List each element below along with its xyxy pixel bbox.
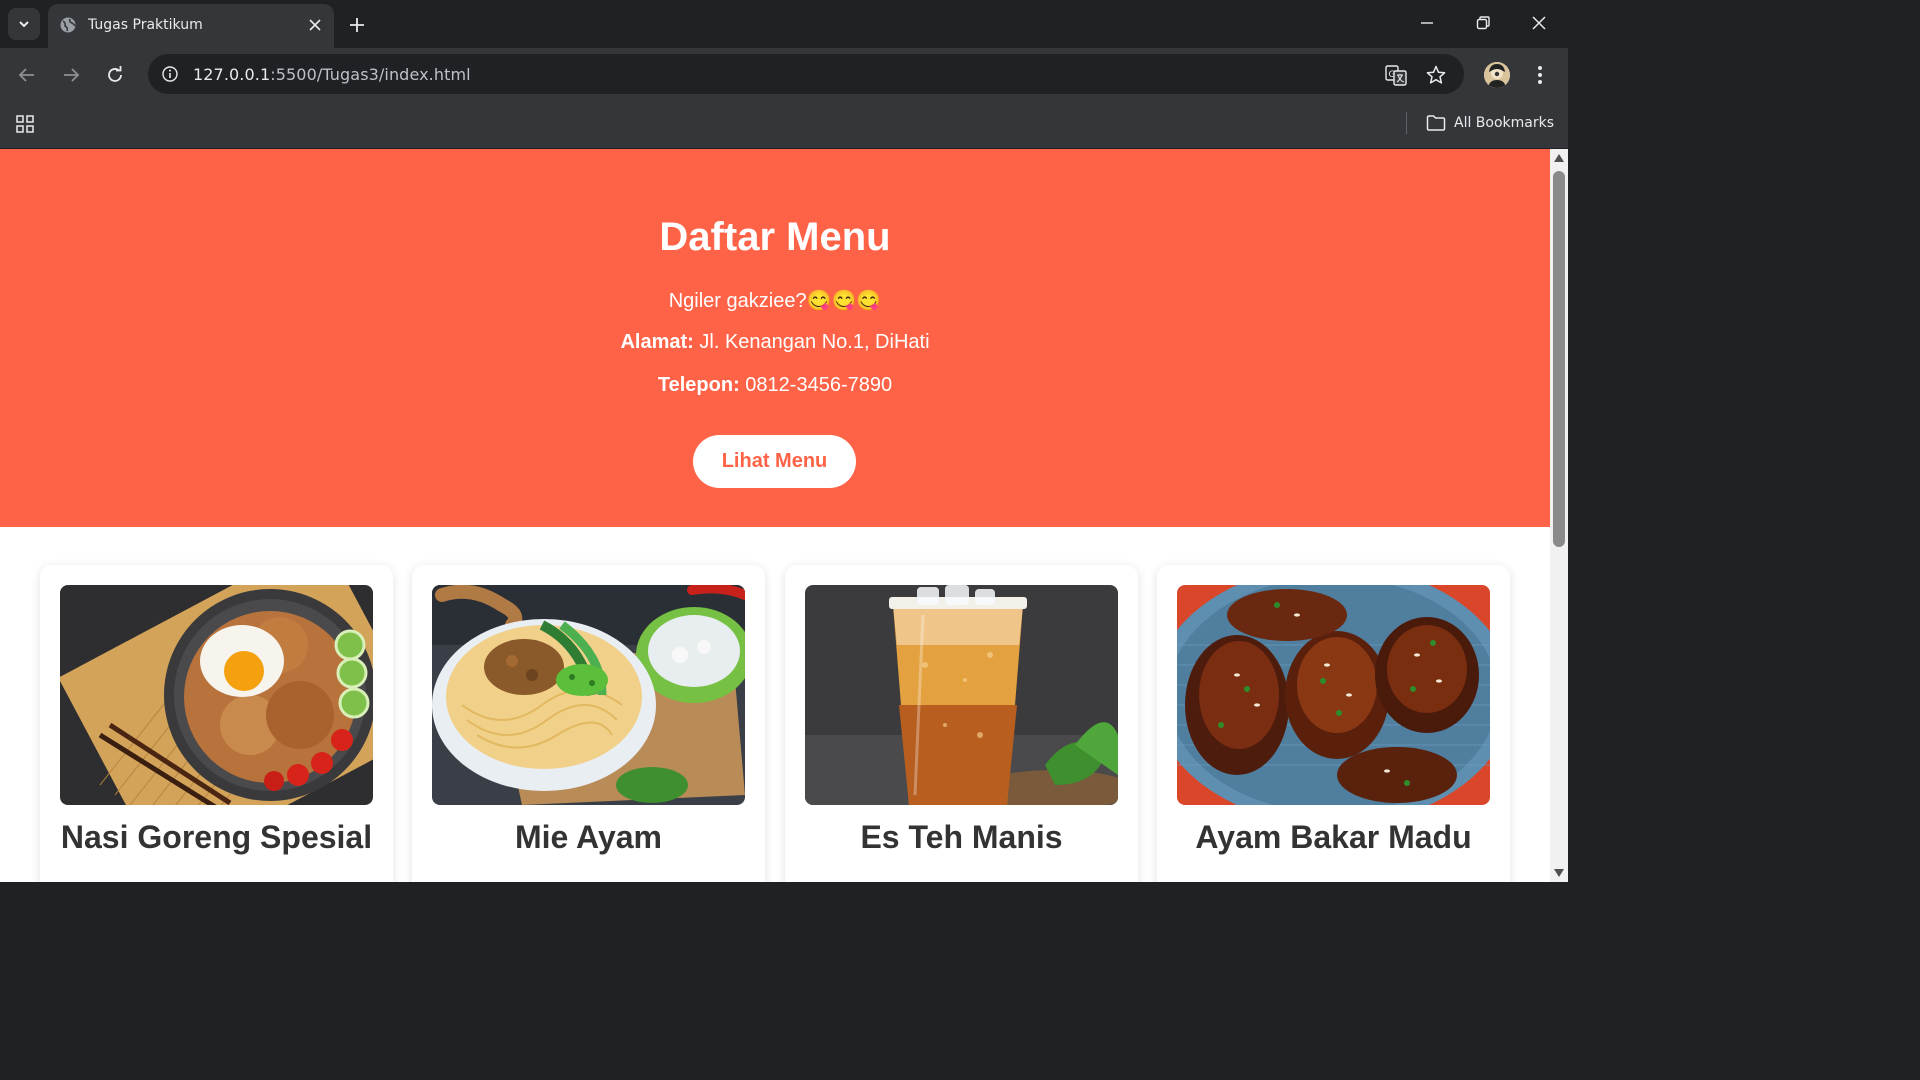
bookmark-star-button[interactable] [1424,63,1448,87]
menu-card[interactable]: Es Teh Manis [785,565,1138,882]
bookmarks-bar: All Bookmarks [0,100,1568,148]
tab-search-button[interactable] [8,8,40,40]
grilled-chicken-image [1177,585,1490,805]
apps-button[interactable] [12,111,38,137]
star-icon [1426,65,1446,84]
page-title: Daftar Menu [659,215,891,259]
globe-icon [60,17,76,33]
menu-card[interactable]: Mie Ayam [412,565,765,882]
minimize-icon [1421,22,1433,24]
scrollbar-thumb[interactable] [1553,171,1565,547]
restore-icon [1476,16,1490,30]
menu-card[interactable]: Ayam Bakar Madu [1157,565,1510,882]
translate-icon: G [1385,65,1407,86]
chevron-down-icon [19,21,29,28]
menu-item-name: Nasi Goreng Spesial [60,819,373,855]
arrow-left-icon [18,68,34,82]
grilled-chicken-photo [1177,585,1490,805]
address-line: Alamat: Jl. Kenangan No.1, DiHati [0,331,1550,354]
address-bar[interactable]: 127.0.0.1:5500/Tugas3/index.html G [148,54,1464,94]
minimize-button[interactable] [1412,8,1442,38]
restore-button[interactable] [1468,8,1498,38]
bookmarks-separator [1406,112,1407,134]
tab-close-button[interactable] [306,16,324,34]
translate-button[interactable]: G [1384,63,1408,87]
browser-menu-button[interactable] [1528,62,1552,88]
page-scrollbar[interactable] [1550,149,1568,882]
info-icon [162,66,178,82]
url-path: :5500/Tugas3/index.html [270,65,471,84]
tab-title: Tugas Praktikum [88,17,203,33]
chicken-noodle-photo [432,585,745,805]
chicken-noodle-image [432,585,745,805]
folder-icon [1426,115,1446,131]
url-text[interactable]: 127.0.0.1:5500/Tugas3/index.html [193,65,471,84]
menu-item-name: Mie Ayam [514,819,662,855]
profile-avatar[interactable] [1484,62,1510,88]
reload-icon [108,66,122,82]
site-info-button[interactable] [156,60,184,88]
menu-item-name: Ayam Bakar Madu [1195,819,1472,855]
avatar-icon [1484,62,1510,88]
phone-label: Telepon: [657,374,740,396]
plus-icon [350,18,364,32]
scroll-up-button[interactable] [1554,153,1564,163]
url-host: 127.0.0.1 [193,65,271,84]
hero-section: Daftar Menu Ngiler gakziee?😋😋😋 Alamat: J… [0,149,1550,527]
phone-value: 0812-3456-7890 [739,374,893,396]
close-window-button[interactable] [1524,8,1554,38]
reload-button[interactable] [100,60,130,90]
fried-rice-image [60,585,373,805]
close-icon [309,19,321,31]
tab-strip: Tugas Praktikum [0,0,1568,48]
back-button[interactable] [12,60,42,90]
address-value: Jl. Kenangan No.1, DiHati [693,331,930,353]
new-tab-button[interactable] [344,12,370,38]
iced-tea-image [805,585,1118,805]
scroll-down-button[interactable] [1554,868,1564,878]
page-viewport: Daftar Menu Ngiler gakziee?😋😋😋 Alamat: J… [0,149,1550,882]
more-vert-icon [1538,66,1542,84]
menu-item-name: Es Teh Manis [860,819,1063,855]
forward-button[interactable] [56,60,86,90]
arrow-right-icon [64,68,80,82]
triangle-down-icon [1554,869,1564,877]
all-bookmarks-label: All Bookmarks [1454,115,1555,131]
browser-toolbar: 127.0.0.1:5500/Tugas3/index.html G [0,48,1568,100]
hero-tagline: Ngiler gakziee?😋😋😋 [668,290,882,312]
phone-line: Telepon: 0812-3456-7890 [0,374,1550,397]
all-bookmarks-button[interactable]: All Bookmarks [1426,111,1554,135]
address-label: Alamat: [620,331,694,353]
iced-tea-photo [805,585,1118,805]
view-menu-button[interactable]: Lihat Menu [693,435,856,488]
fried-rice-photo [60,585,373,805]
triangle-up-icon [1554,154,1564,162]
menu-card[interactable]: Nasi Goreng Spesial [40,565,393,882]
active-tab[interactable]: Tugas Praktikum [48,4,334,48]
apps-grid-icon [16,115,34,133]
close-icon [1532,16,1546,30]
